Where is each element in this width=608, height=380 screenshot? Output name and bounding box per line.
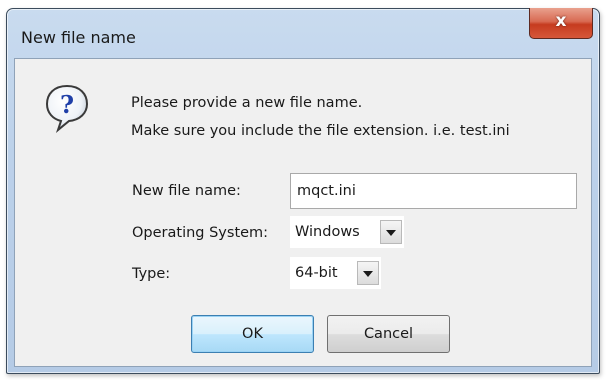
title-bar[interactable]: New file name x: [7, 8, 599, 59]
os-dropdown[interactable]: Windows: [290, 216, 404, 248]
type-selected-value: 64-bit: [295, 265, 338, 281]
ok-button[interactable]: OK: [191, 315, 314, 353]
type-label: Type:: [132, 266, 171, 282]
message-line-2: Make sure you include the file extension…: [131, 123, 510, 139]
cancel-button[interactable]: Cancel: [327, 315, 450, 353]
dialog-body: ? Please provide a new file name. Make s…: [14, 58, 592, 367]
message-line-1: Please provide a new file name.: [131, 95, 363, 111]
window-title: New file name: [21, 28, 136, 47]
file-name-label: New file name:: [132, 183, 241, 199]
file-name-input[interactable]: [291, 174, 567, 208]
os-selected-value: Windows: [295, 224, 360, 240]
close-icon: x: [555, 11, 567, 31]
dialog-window: New file name x ? Please provide a new f…: [6, 8, 600, 374]
svg-text:?: ?: [60, 90, 74, 119]
file-name-field[interactable]: [290, 173, 577, 209]
question-icon: ?: [44, 83, 90, 133]
type-dropdown[interactable]: 64-bit: [290, 257, 381, 289]
chevron-down-icon[interactable]: [357, 261, 379, 285]
close-button[interactable]: x: [529, 8, 593, 39]
chevron-down-icon[interactable]: [380, 220, 402, 244]
os-label: Operating System:: [132, 225, 269, 241]
